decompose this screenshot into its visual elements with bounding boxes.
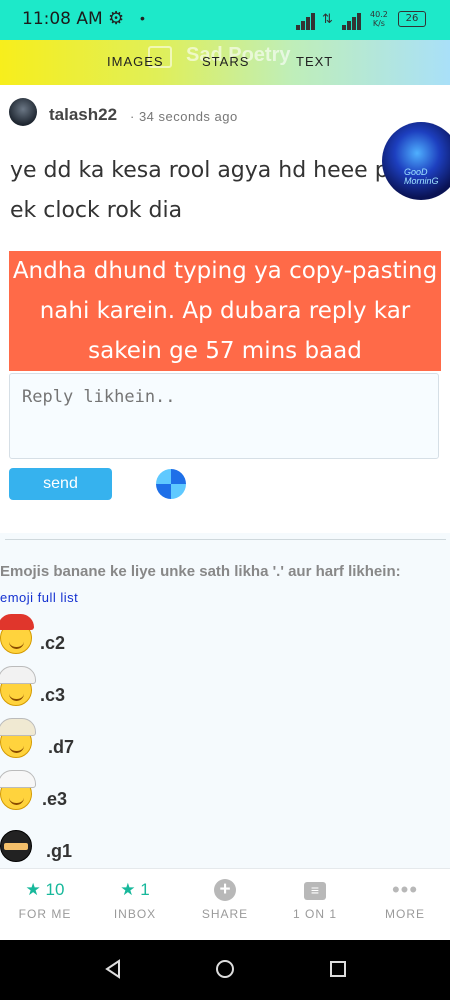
- emoji-item[interactable]: .d7: [0, 718, 120, 770]
- tab-images[interactable]: IMAGES: [107, 54, 164, 69]
- nav-label: MORE: [385, 907, 425, 921]
- emoji-hat-icon: [0, 770, 36, 788]
- chat-icon: ≡: [304, 882, 326, 900]
- loading-spinner-icon: [156, 469, 186, 499]
- tab-stars[interactable]: STARS: [202, 54, 249, 69]
- nav-label: FOR ME: [18, 907, 72, 921]
- emoji-hint-text: Emojis banane ke liye unke sath likha '.…: [0, 563, 401, 580]
- post-timestamp: · 34 seconds ago: [130, 109, 238, 124]
- star-icon: ★: [120, 880, 136, 899]
- nav-label: SHARE: [201, 907, 249, 921]
- emoji-item[interactable]: .e3: [0, 770, 120, 822]
- system-nav-bar: [0, 940, 450, 1000]
- emoji-full-list-link[interactable]: emoji full list: [0, 590, 78, 605]
- data-transfer-icon: ⇅: [322, 11, 333, 26]
- star-icon: ★: [25, 880, 41, 899]
- signal-strength-icon: [296, 12, 320, 30]
- tab-text[interactable]: TEXT: [296, 54, 333, 69]
- good-morning-sticker-image[interactable]: GooD MorninG: [382, 122, 450, 200]
- notification-dot-icon: •: [140, 10, 145, 26]
- emoji-hat-icon: [0, 666, 36, 684]
- home-icon[interactable]: [215, 959, 235, 979]
- emoji-code: .c3: [40, 685, 66, 705]
- emoji-item[interactable]: .c3: [0, 666, 120, 718]
- nav-inbox[interactable]: ★ 1 INBOX: [90, 869, 180, 941]
- inbox-count: 1: [140, 880, 150, 899]
- emoji-code: .g1: [46, 841, 73, 861]
- nav-for-me[interactable]: ★ 10 FOR ME: [0, 869, 90, 941]
- nav-share[interactable]: + SHARE: [180, 869, 270, 941]
- back-icon[interactable]: [103, 959, 123, 979]
- nav-label: 1 ON 1: [292, 907, 337, 921]
- rate-limit-warning: Andha dhund typing ya copy-pasting nahi …: [9, 251, 441, 371]
- recents-icon[interactable]: [328, 959, 348, 979]
- emoji-hat-icon: [0, 718, 36, 736]
- nav-more[interactable]: ••• MORE: [360, 869, 450, 941]
- signal-strength-2-icon: [342, 12, 366, 30]
- divider: [5, 539, 446, 540]
- settings-gear-icon: ⚙: [108, 8, 125, 28]
- battery-icon: 26: [398, 11, 426, 27]
- network-speed: 40.2 K/s: [370, 10, 388, 28]
- send-button[interactable]: send: [9, 468, 112, 500]
- emoji-code: .e3: [42, 789, 68, 809]
- plus-circle-icon: +: [214, 879, 236, 901]
- nav-label: INBOX: [113, 907, 157, 921]
- nav-1-on-1[interactable]: ≡ 1 ON 1: [270, 869, 360, 941]
- reply-input[interactable]: [9, 373, 439, 459]
- sticker-text: GooD MorninG: [404, 167, 439, 186]
- username[interactable]: talash22: [49, 105, 117, 125]
- emoji-hat-icon: [0, 614, 34, 630]
- for-me-count: 10: [45, 880, 65, 899]
- bottom-nav: ★ 10 FOR ME ★ 1 INBOX + SHARE ≡ 1 ON 1 •…: [0, 868, 450, 941]
- more-dots-icon: •••: [391, 877, 419, 902]
- top-nav: Sad Poetry IMAGES STARS TEXT: [0, 40, 450, 85]
- emoji-code: .c2: [40, 633, 66, 653]
- status-time: 11:08 AM: [22, 9, 103, 29]
- emoji-item[interactable]: .c2: [0, 614, 120, 666]
- status-bar: 11:08 AM ⚙ • ⇅ 40.2 K/s 26: [0, 0, 450, 40]
- avatar[interactable]: [9, 98, 37, 126]
- emoji-code: .d7: [48, 737, 75, 757]
- post-message: ye dd ka kesa rool agya hd heee pr ek cl…: [10, 158, 398, 223]
